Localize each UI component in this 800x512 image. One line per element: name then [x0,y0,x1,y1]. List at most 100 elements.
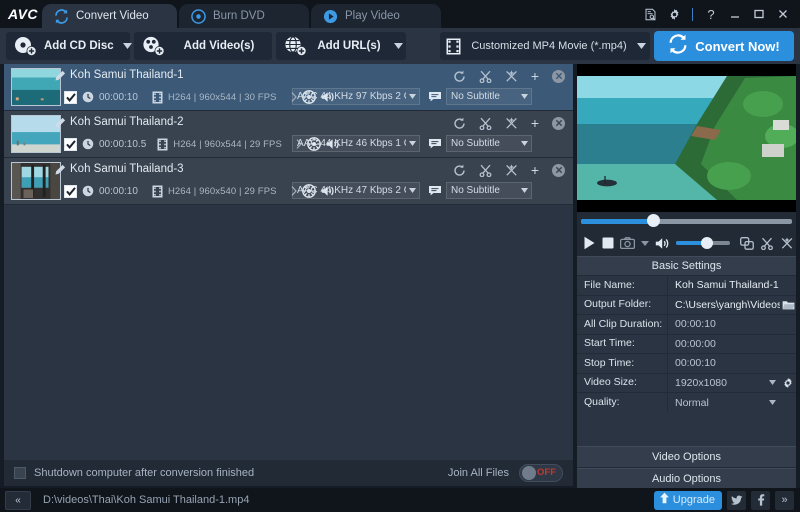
collapse-panel-button[interactable]: « [5,490,31,510]
audio-options-header[interactable]: Audio Options [577,467,796,490]
audio-track-selector[interactable]: AAC 44 KHz 47 Kbps 2 CH ... [292,182,420,199]
minimize-icon[interactable] [724,3,746,25]
edit-pencil-icon[interactable] [54,116,66,128]
speaker-icon[interactable] [655,237,670,250]
settings-row-file-name: File Name: Koh Samui Thailand-1 [577,275,796,296]
join-all-files-toggle[interactable]: OFF [519,464,563,482]
output-profile-selector[interactable]: Customized MP4 Movie (*.mp4) [440,32,650,60]
scissors-icon[interactable] [760,237,774,250]
row-label: Quality: [577,393,668,413]
audio-track-selector[interactable]: AAC 44 KHz 97 Kbps 2 CH ... [292,88,420,105]
effects-icon[interactable] [505,163,518,177]
stop-icon[interactable] [602,237,614,249]
tab-convert-video[interactable]: Convert Video [42,4,177,28]
duplicate-icon[interactable] [740,236,754,250]
seek-bar-area[interactable] [577,212,796,230]
subtitle-value: No Subtitle [451,138,500,149]
table-row[interactable]: Koh Samui Thailand-3 00:00:10 H264 | 960… [4,158,573,205]
twitter-icon[interactable] [727,490,746,510]
settings-row-stop-time[interactable]: Stop Time: 00:00:10 [577,353,796,374]
chevron-down-icon[interactable] [632,43,650,49]
rotate-icon[interactable] [453,70,466,83]
edit-pencil-icon[interactable] [54,69,66,81]
add-urls-button[interactable]: Add URL(s) [276,32,406,60]
table-row[interactable]: Koh Samui Thailand-2 00:00:10.5 H264 | 9… [4,111,573,158]
settings-row-output-folder[interactable]: Output Folder: C:\Users\yangh\Videos... [577,295,796,315]
help-icon[interactable]: ? [700,3,722,25]
settings-row-quality[interactable]: Quality: Normal [577,393,796,413]
convert-arrows-icon [54,8,69,24]
file-list[interactable]: Koh Samui Thailand-1 00:00:10 H264 | 960… [4,64,573,460]
convert-now-button[interactable]: Convert Now! [654,31,794,61]
effects-icon[interactable] [780,236,794,250]
cd-disc-add-icon [12,35,38,57]
add-row-icon[interactable]: + [531,69,539,83]
rotate-icon[interactable] [453,117,466,130]
tab-play-video[interactable]: Play Video [311,4,441,28]
close-icon[interactable] [772,3,794,25]
log-icon[interactable] [639,3,661,25]
file-checkbox[interactable] [64,90,77,104]
preview-panel: Basic Settings File Name: Koh Samui Thai… [577,64,796,490]
title-bar: AVC Convert Video Burn DVD Play Video ? [0,0,800,28]
upload-arrow-icon [659,491,670,509]
convert-arrows-icon [668,33,688,59]
scissors-icon[interactable] [479,70,492,83]
remove-row-icon[interactable] [552,69,565,83]
gear-icon[interactable] [663,3,685,25]
scissors-icon[interactable] [479,117,492,130]
upgrade-button[interactable]: Upgrade [653,490,722,510]
settings-row-video-size[interactable]: Video Size: 1920x1080 [577,373,796,393]
remove-row-icon[interactable] [552,116,565,130]
chevron-down-icon[interactable] [764,380,780,386]
add-row-icon[interactable]: + [531,163,539,177]
effects-icon[interactable] [505,69,518,83]
play-circle-icon [323,9,338,24]
shutdown-checkbox[interactable] [14,467,26,479]
remove-row-icon[interactable] [552,163,565,177]
film-reel-add-icon [140,35,166,57]
file-checkbox[interactable] [64,184,77,198]
add-cd-disc-label: Add CD Disc [44,40,114,52]
add-cd-disc-button[interactable]: Add CD Disc [6,32,133,60]
file-checkbox[interactable] [64,137,77,151]
seek-track[interactable] [581,219,792,224]
chevron-down-icon[interactable] [641,240,649,246]
facebook-icon[interactable] [751,490,770,510]
play-icon[interactable] [583,236,596,250]
volume-handle[interactable] [701,237,713,249]
join-all-files-label: Join All Files [447,467,509,479]
settings-row-start-time[interactable]: Start Time: 00:00:00 [577,334,796,354]
volume-slider[interactable] [676,236,730,250]
chevron-down-icon[interactable] [390,43,406,49]
rotate-icon[interactable] [453,164,466,177]
control-divider [692,7,693,21]
video-options-header[interactable]: Video Options [577,445,796,468]
subtitle-selector[interactable]: No Subtitle [446,135,532,152]
window-controls: ? [639,0,794,28]
add-videos-button[interactable]: Add Video(s) [134,32,272,60]
subtitle-selector[interactable]: No Subtitle [446,182,532,199]
disc-icon [191,8,206,24]
video-preview[interactable] [577,64,796,212]
clock-icon [82,185,94,197]
camera-icon[interactable] [620,237,635,249]
subtitle-selector[interactable]: No Subtitle [446,88,532,105]
conversion-options-bar: Shutdown computer after conversion finis… [4,460,573,486]
chevron-down-icon[interactable] [764,400,780,406]
effects-icon[interactable] [505,116,518,130]
folder-icon[interactable] [780,299,796,310]
row-value: 1920x1080 [675,376,727,389]
seek-handle[interactable] [647,214,660,227]
edit-pencil-icon[interactable] [54,163,66,175]
more-icon[interactable]: » [775,490,794,510]
scissors-icon[interactable] [479,164,492,177]
audio-track-selector[interactable]: AAC 44 KHz 46 Kbps 1 CH ... [292,135,420,152]
maximize-icon[interactable] [748,3,770,25]
table-row[interactable]: Koh Samui Thailand-1 00:00:10 H264 | 960… [4,64,573,111]
subtitle-area: No Subtitle [428,182,532,199]
gear-icon[interactable] [780,377,796,389]
basic-settings-header[interactable]: Basic Settings [577,256,796,276]
tab-burn-dvd[interactable]: Burn DVD [179,4,309,28]
add-row-icon[interactable]: + [531,116,539,130]
